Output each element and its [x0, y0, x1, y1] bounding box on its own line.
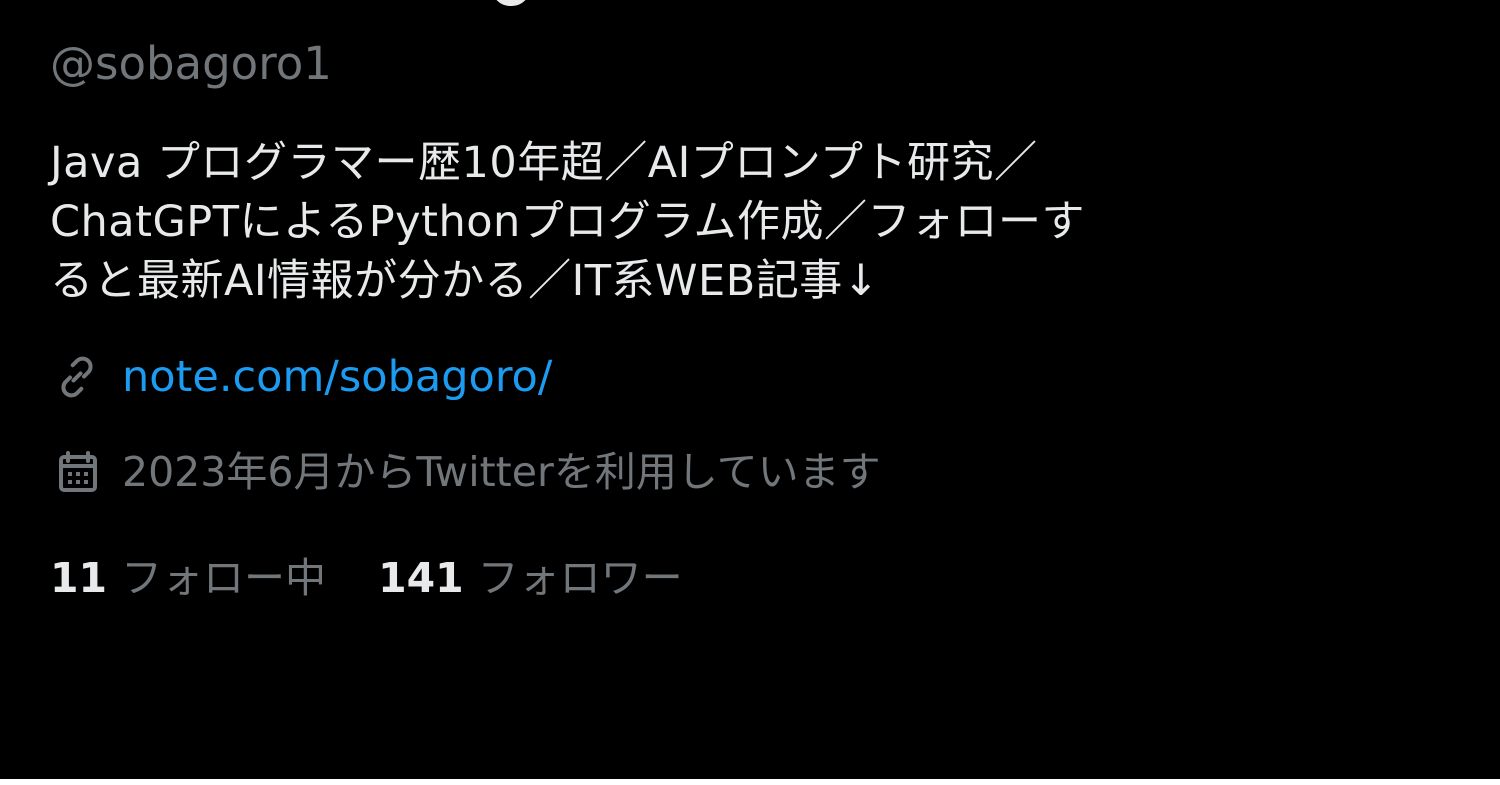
website-row: note.com/sobagoro/ [50, 347, 1450, 407]
bio-line: Java プログラマー歴10年超／AIプロンプト研究／ [50, 138, 1038, 188]
profile-header: @sobagoro1 Java プログラマー歴10年超／AIプロンプト研究／ C… [50, 34, 1450, 608]
followers-link[interactable]: 141 フォロワー [378, 548, 683, 608]
following-link[interactable]: 11 フォロー中 [50, 548, 326, 608]
bio-line: ると最新AI情報が分かる／IT系WEB記事↓ [50, 256, 880, 306]
followers-label: フォロワー [477, 554, 683, 602]
profile-website-link[interactable]: note.com/sobagoro/ [122, 347, 552, 407]
following-label: フォロー中 [121, 554, 327, 602]
followers-count: 141 [378, 554, 464, 602]
profile-bio: Java プログラマー歴10年超／AIプロンプト研究／ ChatGPTによるPy… [50, 134, 1450, 311]
bio-line: ChatGPTによるPythonプログラム作成／フォローす [50, 197, 1085, 247]
cropped-profile-glyph [492, 0, 530, 6]
profile-handle: @sobagoro1 [50, 37, 332, 90]
link-icon [50, 350, 104, 404]
following-count: 11 [50, 554, 108, 602]
calendar-icon [50, 445, 104, 499]
joined-row: 2023年6月からTwitterを利用しています [50, 442, 1450, 502]
follow-stats: 11 フォロー中 141 フォロワー [50, 548, 1450, 608]
bottom-edge-strip [0, 779, 1500, 785]
joined-date: 2023年6月からTwitterを利用しています [122, 448, 881, 496]
